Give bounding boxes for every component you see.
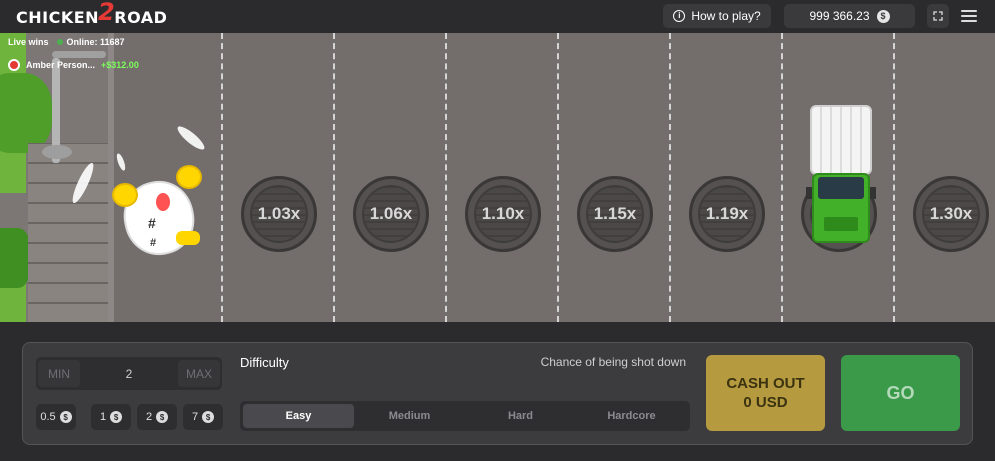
difficulty-label: Difficulty: [240, 355, 289, 370]
multiplier-manhole[interactable]: 1.15x: [577, 176, 653, 252]
winner-name: Amber Person...: [26, 60, 96, 70]
cash-out-button[interactable]: CASH OUT 0 USD: [706, 355, 825, 431]
truck-cargo-box: [810, 105, 872, 175]
balance-value: 999 366.23: [809, 9, 870, 23]
multiplier-manhole[interactable]: 1.06x: [353, 176, 429, 252]
feather-icon: [174, 123, 208, 153]
chicken-foot: [176, 231, 200, 245]
avatar: [8, 59, 20, 71]
quick-bet-button[interactable]: 2 $: [137, 404, 177, 430]
fullscreen-icon: [933, 11, 943, 21]
game-logo: CHICKEN 2 ROAD: [16, 0, 168, 28]
dollar-coin-icon: $: [59, 411, 72, 423]
road-game-area: 1.03x 1.06x 1.10x 1.15x 1.19x 1.30x # #: [0, 33, 995, 322]
bet-max-button[interactable]: MAX: [178, 360, 220, 387]
multiplier-manhole[interactable]: 1.03x: [241, 176, 317, 252]
chicken-bruise-mark: #: [148, 215, 156, 231]
live-wins-label: Live wins: [8, 37, 49, 47]
top-bar: CHICKEN 2 ROAD i How to play? 999 366.23 $: [0, 0, 995, 33]
quick-bet-amount: 1: [99, 411, 107, 423]
quick-bet-amount: 2: [145, 411, 153, 423]
quick-bet-amount: 7: [191, 411, 199, 423]
multiplier-manhole[interactable]: 1.30x: [913, 176, 989, 252]
multiplier-label: 1.19x: [705, 204, 749, 223]
green-truck: [806, 105, 876, 245]
multiplier-manhole[interactable]: 1.19x: [689, 176, 765, 252]
quick-bet-amount: 0.5: [40, 411, 56, 423]
dollar-coin-icon: $: [156, 411, 169, 423]
menu-button[interactable]: [961, 8, 977, 24]
menu-icon-bar: [961, 10, 977, 12]
difficulty-tab-hard[interactable]: Hard: [465, 404, 576, 428]
live-wins-bar: Live wins Online: 11687: [8, 37, 125, 47]
lane-divider: [669, 33, 671, 322]
chance-label: Chance of being shot down: [540, 355, 686, 369]
street-lamp-base: [42, 145, 72, 159]
game-page: CHICKEN 2 ROAD i How to play? 999 366.23 $: [0, 0, 995, 461]
how-to-play-label: How to play?: [691, 9, 761, 23]
difficulty-tab-hardcore[interactable]: Hardcore: [576, 404, 687, 428]
dollar-coin-icon: $: [202, 411, 215, 423]
how-to-play-button[interactable]: i How to play?: [663, 4, 771, 28]
multiplier-label: 1.10x: [481, 204, 525, 223]
multiplier-label: 1.30x: [929, 204, 973, 223]
multiplier-label: 1.03x: [257, 204, 301, 223]
cash-out-label: CASH OUT: [726, 375, 805, 392]
live-win-entry: Amber Person... +$312.00: [8, 59, 139, 71]
difficulty-tab-medium[interactable]: Medium: [354, 404, 465, 428]
difficulty-selector: Easy Medium Hard Hardcore: [240, 401, 690, 431]
menu-icon-bar: [961, 20, 977, 22]
truck-grill: [824, 217, 858, 231]
tree-bush: [0, 73, 52, 153]
quick-bet-button[interactable]: 0.5 $: [36, 404, 76, 430]
hedge-bush: [0, 228, 30, 288]
truck-mirror: [870, 187, 876, 199]
chicken-eye: [112, 183, 138, 207]
lane-divider: [333, 33, 335, 322]
online-count: Online: 11687: [66, 37, 125, 47]
cash-out-amount: 0 USD: [743, 394, 788, 411]
win-amount: +$312.00: [101, 60, 139, 70]
chicken-bruise-mark: #: [150, 237, 157, 249]
quick-bet-button[interactable]: 1 $: [91, 404, 131, 430]
knocked-out-chicken: # #: [112, 153, 212, 268]
quick-bet-button[interactable]: 7 $: [183, 404, 223, 430]
multiplier-manhole[interactable]: 1.10x: [465, 176, 541, 252]
chicken-comb: [156, 193, 170, 211]
balance-display: 999 366.23 $: [784, 4, 915, 28]
lane-divider: [893, 33, 895, 322]
online-dot-icon: [56, 39, 63, 45]
logo-text-right: ROAD: [114, 7, 168, 27]
lane-divider: [557, 33, 559, 322]
chicken-eye: [176, 165, 202, 189]
go-button[interactable]: GO: [841, 355, 960, 431]
sidewalk-tiles: [28, 143, 108, 322]
dollar-coin-icon: $: [110, 411, 123, 423]
bet-amount-input[interactable]: 2: [80, 360, 178, 387]
menu-icon-bar: [961, 15, 977, 17]
lane-divider: [221, 33, 223, 322]
info-icon: i: [673, 10, 686, 22]
logo-number: 2: [98, 0, 116, 26]
online-counter: Online: 11687: [56, 37, 125, 47]
dollar-coin-icon: $: [876, 9, 890, 23]
lane-divider: [781, 33, 783, 322]
multiplier-label: 1.15x: [593, 204, 637, 223]
bet-min-button[interactable]: MIN: [38, 360, 80, 387]
difficulty-tab-easy[interactable]: Easy: [243, 404, 354, 428]
street-lamp-arm: [52, 51, 106, 58]
logo-text-left: CHICKEN: [16, 7, 100, 27]
truck-windshield: [818, 177, 864, 199]
lane-divider: [445, 33, 447, 322]
multiplier-label: 1.06x: [369, 204, 413, 223]
fullscreen-button[interactable]: [927, 4, 949, 28]
